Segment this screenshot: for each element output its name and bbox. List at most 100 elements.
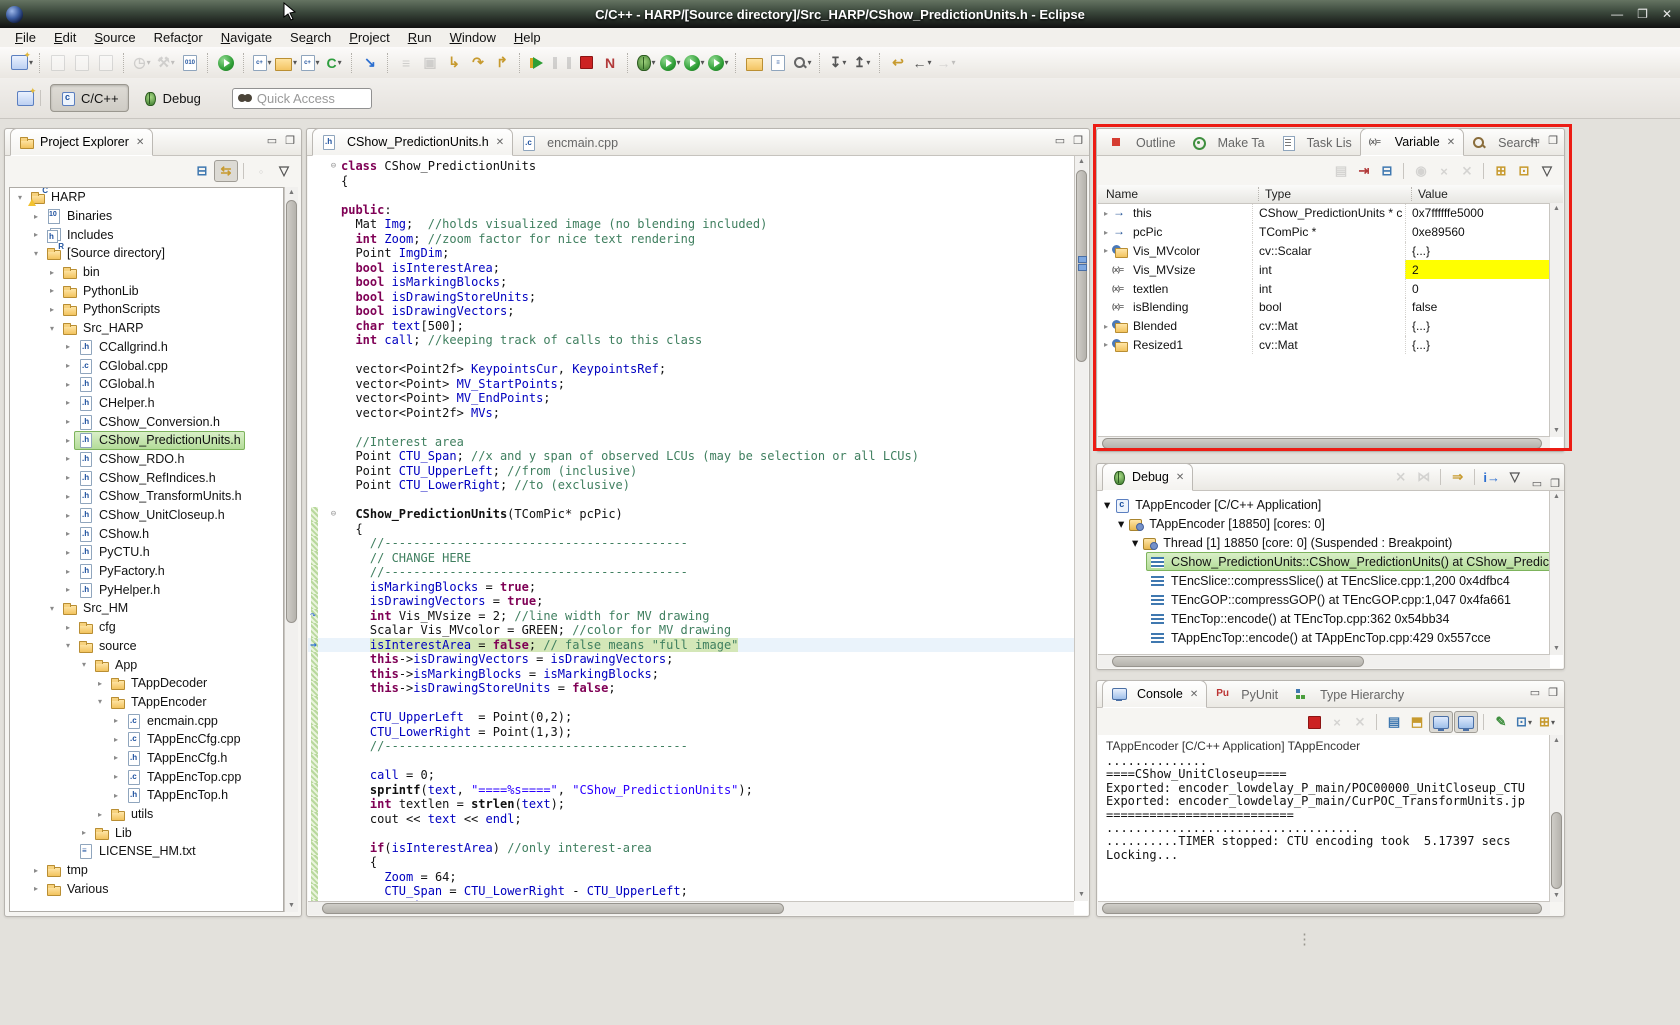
variables-table-header[interactable]: Name Type Value	[1098, 185, 1563, 204]
debug-frame[interactable]: ▾TAppEncoder [18850] [cores: 0]	[1098, 514, 1563, 533]
annotation-gutter[interactable]	[308, 638, 326, 653]
annotation-gutter[interactable]	[308, 870, 326, 885]
annotation-gutter[interactable]	[308, 333, 326, 348]
code-line[interactable]: int Zoom; //zoom factor for nice text re…	[308, 232, 1074, 247]
code-line[interactable]: this->isDrawingVectors = isDrawingVector…	[308, 652, 1074, 667]
code-line[interactable]: isMarkingBlocks = true;	[308, 580, 1074, 595]
expand-arrow-icon[interactable]: ▸	[110, 772, 122, 781]
collapse-all-button[interactable]: ⊟	[191, 161, 213, 181]
variable-row-isBlending[interactable]: isBlendingboolfalse	[1098, 298, 1563, 317]
debug-frame[interactable]: TEncSlice::compressSlice() at TEncSlice.…	[1098, 571, 1563, 590]
code-line[interactable]: bool isMarkingBlocks;	[308, 275, 1074, 290]
code-line[interactable]: cout << text << endl;	[308, 812, 1074, 827]
code-line[interactable]: this->isMarkingBlocks = isMarkingBlocks;	[308, 667, 1074, 682]
menu-edit[interactable]: Edit	[45, 30, 85, 45]
menu-search[interactable]: Search	[281, 30, 340, 45]
console-vertical-scrollbar[interactable]: ▲ ▼	[1549, 735, 1563, 902]
expand-arrow-icon[interactable]: ▸	[62, 398, 74, 407]
explorer-scrollbar[interactable]: ▲ ▼	[284, 187, 298, 912]
expand-arrow-icon[interactable]: ▾	[46, 604, 58, 613]
expand-arrow-icon[interactable]: ▸	[62, 380, 74, 389]
expand-arrow-icon[interactable]: ▸	[62, 492, 74, 501]
display-selected-console-button[interactable]: ⊡	[1513, 712, 1535, 732]
code-line[interactable]: Zoom = 64;	[308, 870, 1074, 885]
expand-arrow-icon[interactable]: ▸	[94, 810, 106, 819]
annotation-gutter[interactable]	[308, 580, 326, 595]
debug-frame[interactable]: TAppEncTop::encode() at TAppEncTop.cpp:4…	[1098, 628, 1563, 647]
console-tab-Type Hierarchy[interactable]: Type Hierarchy	[1286, 683, 1412, 707]
overview-annotation-mark[interactable]	[1078, 264, 1087, 271]
show-on-stderr-button[interactable]	[1454, 711, 1478, 733]
explorer-item-TAppEncTop.h[interactable]: ▸TAppEncTop.h	[10, 786, 283, 805]
explorer-item-bin[interactable]: ▸bin	[10, 263, 283, 282]
annotation-gutter[interactable]	[308, 797, 326, 812]
annotation-gutter[interactable]	[308, 435, 326, 450]
open-perspective-button[interactable]	[14, 88, 36, 108]
fold-marker-icon[interactable]: ⊖	[326, 159, 341, 174]
annotation-gutter[interactable]	[308, 478, 326, 493]
annotation-gutter[interactable]	[308, 493, 326, 508]
annotation-gutter[interactable]	[308, 783, 326, 798]
minimize-view-icon[interactable]: ▭	[1530, 134, 1540, 147]
annotation-gutter[interactable]	[308, 188, 326, 203]
explorer-item-PyHelper.h[interactable]: ▸PyHelper.h	[10, 580, 283, 599]
expand-arrow-icon[interactable]: ▸	[62, 511, 74, 520]
console-output[interactable]: ..............====CShow_UnitCloseup====E…	[1098, 755, 1550, 862]
terminate-button[interactable]	[574, 51, 598, 75]
explorer-item-CShow_RDO.h[interactable]: ▸CShow_RDO.h	[10, 450, 283, 469]
variables-horizontal-scrollbar[interactable]	[1098, 436, 1550, 450]
variables-tab-Make Ta[interactable]: Make Ta	[1184, 131, 1273, 155]
annotation-gutter[interactable]	[308, 319, 326, 334]
annotation-gutter[interactable]	[308, 609, 326, 624]
resume-button[interactable]	[526, 51, 550, 75]
expand-arrow-icon[interactable]: ▸	[46, 268, 58, 277]
annotation-gutter[interactable]	[308, 826, 326, 841]
annotation-gutter[interactable]	[308, 536, 326, 551]
code-line[interactable]: public:	[308, 203, 1074, 218]
annotation-gutter[interactable]	[308, 507, 326, 522]
console-tab-PyUnit[interactable]: PyUnit	[1207, 683, 1286, 707]
new-wizard-button[interactable]	[10, 51, 34, 75]
annotation-gutter[interactable]	[308, 739, 326, 754]
explorer-item-LICENSE_HM.txt[interactable]: LICENSE_HM.txt	[10, 842, 283, 861]
menu-project[interactable]: Project	[340, 30, 398, 45]
code-line[interactable]: this->isDrawingStoreUnits = false;	[308, 681, 1074, 696]
code-line[interactable]	[308, 696, 1074, 711]
expand-arrow-icon[interactable]: ▸	[78, 828, 90, 837]
expand-arrow-icon[interactable]: ▾	[46, 324, 58, 333]
explorer-item-CGlobal.h[interactable]: ▸CGlobal.h	[10, 375, 283, 394]
new-view-button[interactable]: ⊞	[1490, 161, 1512, 181]
view-menu-button[interactable]: ▽	[1536, 161, 1558, 181]
editor-horizontal-scrollbar[interactable]	[308, 901, 1074, 915]
explorer-item-HARP[interactable]: ▾CHARP	[10, 188, 283, 207]
code-line[interactable]: CTU_LowerRight = Point(1,3);	[308, 725, 1074, 740]
perspective-debug-button[interactable]: Debug	[133, 85, 210, 111]
explorer-item-PythonScripts[interactable]: ▸PythonScripts	[10, 300, 283, 319]
expand-arrow-icon[interactable]: ▸	[62, 567, 74, 576]
terminate-button[interactable]	[1303, 712, 1325, 732]
clear-console-button[interactable]: ▤	[1383, 712, 1405, 732]
expand-arrow-icon[interactable]: ▾	[14, 193, 26, 202]
variable-row-Blended[interactable]: ▸Blendedcv::Mat{...}	[1098, 317, 1563, 336]
annotation-gutter[interactable]	[308, 855, 326, 870]
step-over-button[interactable]: ↷	[466, 51, 490, 75]
code-line[interactable]: vector<Point> MV_EndPoints;	[308, 391, 1074, 406]
step-into-button[interactable]: ↳	[442, 51, 466, 75]
expand-arrow-icon[interactable]: ▸	[1100, 322, 1112, 331]
menu-help[interactable]: Help	[505, 30, 550, 45]
code-line[interactable]: //--------------------------------------…	[308, 536, 1074, 551]
code-line[interactable]: {	[308, 174, 1074, 189]
explorer-item-source[interactable]: ▾source	[10, 637, 283, 656]
debug-frame[interactable]: TEncGOP::compressGOP() at TEncGOP.cpp:1,…	[1098, 590, 1563, 609]
coverage-button[interactable]	[682, 51, 706, 75]
menu-window[interactable]: Window	[441, 30, 505, 45]
code-line[interactable]: Scalar Vis_MVcolor = GREEN; //color for …	[308, 623, 1074, 638]
annotation-gutter[interactable]	[308, 884, 326, 899]
annotation-gutter[interactable]	[308, 667, 326, 682]
expand-arrow-icon[interactable]: ▸	[30, 212, 42, 221]
close-button[interactable]: ✕	[1662, 7, 1672, 21]
expand-arrow-icon[interactable]: ▸	[1100, 340, 1112, 349]
code-line[interactable]: Mat Img; //holds visualized image (no bl…	[308, 217, 1074, 232]
code-line[interactable]: ⊖ CShow_PredictionUnits(TComPic* pcPic)	[308, 507, 1074, 522]
annotation-gutter[interactable]	[308, 348, 326, 363]
